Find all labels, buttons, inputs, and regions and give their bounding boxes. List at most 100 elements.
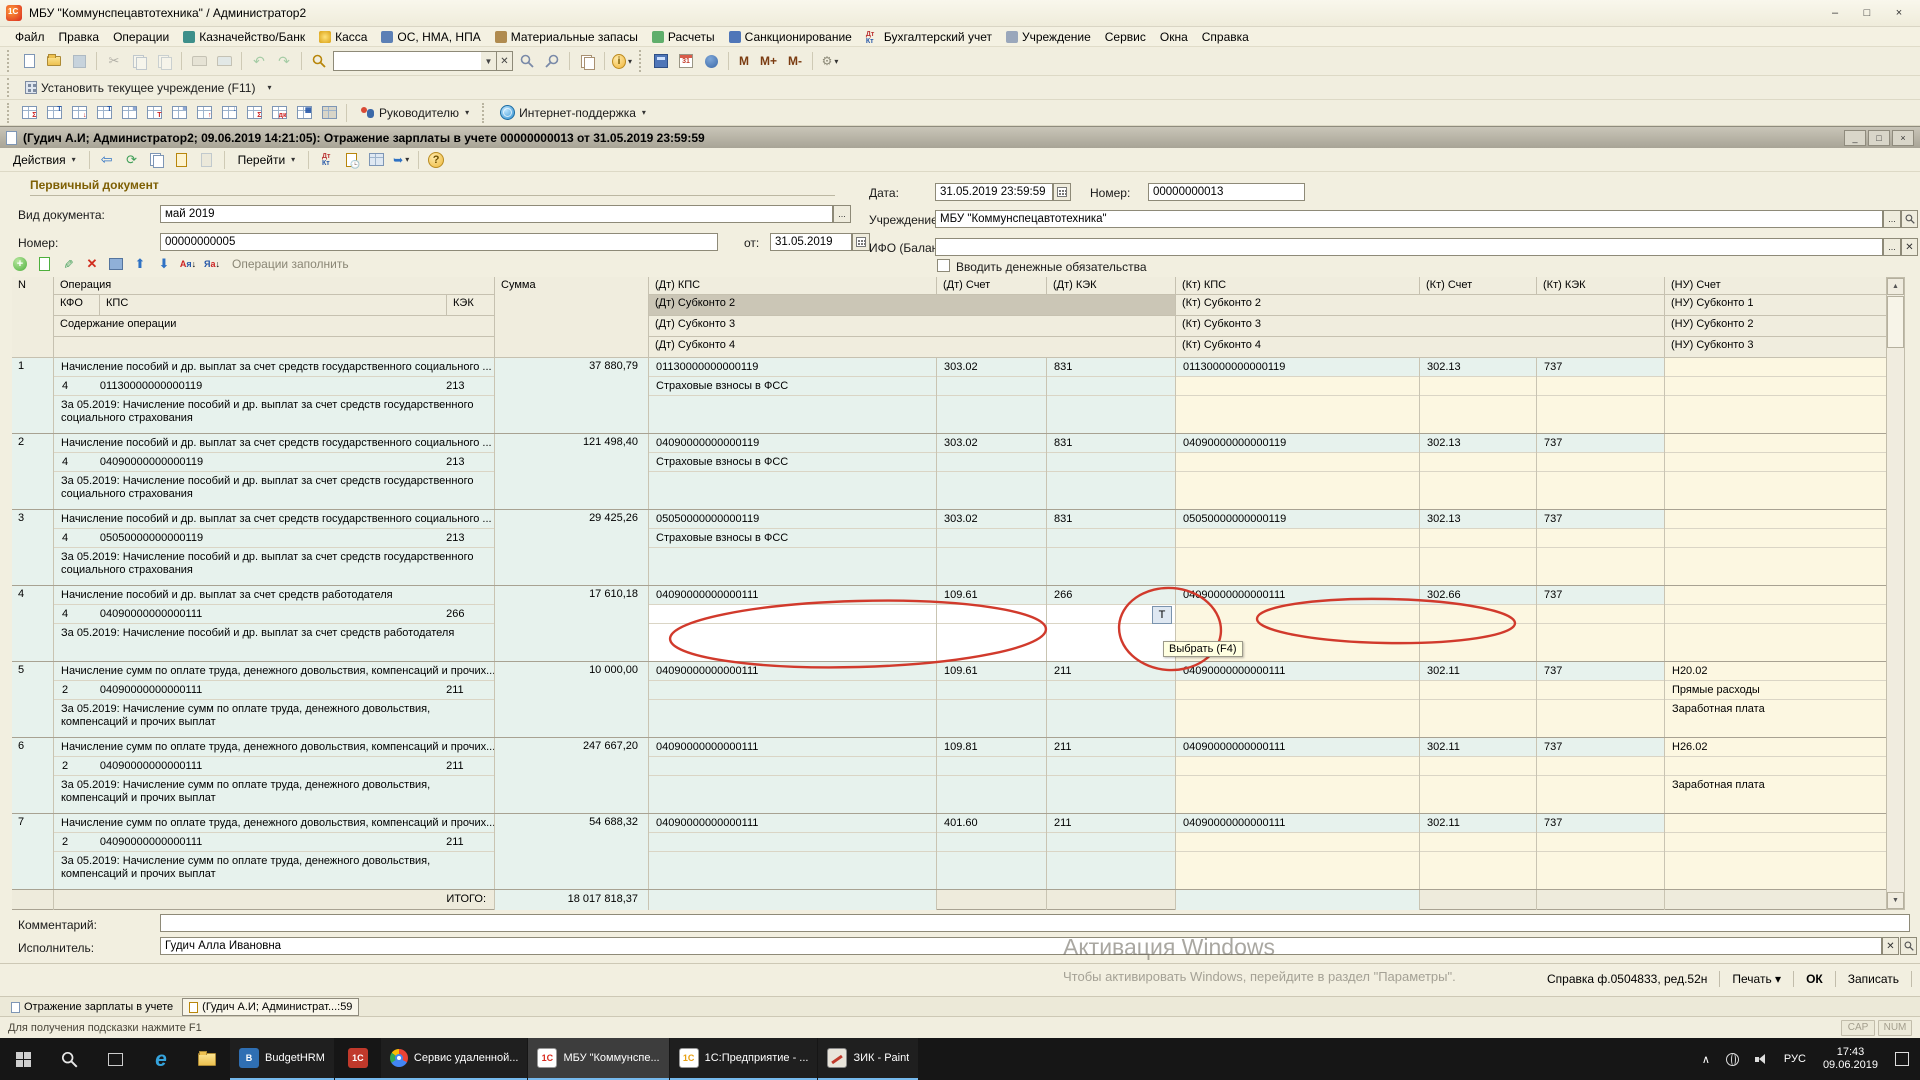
header-nu-sub1[interactable]: (НУ) Субконто 1 (1665, 295, 1886, 316)
cell-nu-account[interactable] (1665, 434, 1886, 509)
sort-desc-button[interactable]: Яа↓ (202, 254, 222, 274)
doc-minimize-button[interactable]: _ (1844, 130, 1866, 146)
cell-dt-kek[interactable]: 211 (1047, 814, 1176, 889)
header-sum[interactable]: Сумма (495, 277, 649, 358)
header-dt-kek[interactable]: (Дт) КЭК (1047, 277, 1176, 295)
header-dt-sub3[interactable]: (Дт) Субконто 3 (649, 316, 1176, 337)
table-row[interactable]: 2 Начисление пособий и др. выплат за сче… (12, 434, 1886, 510)
tray-expand-icon[interactable]: ∧ (1695, 1038, 1717, 1080)
goto-button[interactable]: Перейти▾ (231, 150, 303, 170)
cell-nu-account[interactable]: Н26.02 Заработная плата (1665, 738, 1886, 813)
cell-kt-kps[interactable]: 04090000000000119 (1176, 434, 1420, 509)
cell-operation[interactable]: Начисление пособий и др. выплат за счет … (54, 358, 495, 433)
table-scrollbar[interactable]: ▲ ▼ (1886, 277, 1905, 910)
menu-file[interactable]: Файл (8, 28, 52, 46)
export-button[interactable]: ➥▾ (390, 149, 412, 171)
cell-kt-account[interactable]: 302.13 (1420, 358, 1537, 433)
header-kfo[interactable]: КФО (54, 295, 100, 316)
cell-sum[interactable]: 37 880,79 (495, 358, 649, 433)
cell-kt-kps[interactable]: 01130000000000119 (1176, 358, 1420, 433)
cell-dt-kps[interactable]: 05050000000000119 Страховые взносы в ФСС (649, 510, 937, 585)
cell-dt-kps[interactable]: 04090000000000111 (649, 738, 937, 813)
save-button[interactable] (68, 50, 90, 72)
scroll-thumb[interactable] (1887, 296, 1904, 348)
cell-row-number[interactable]: 4 (12, 586, 54, 661)
header-dt-acc[interactable]: (Дт) Счет (937, 277, 1047, 295)
cut-button[interactable]: ✂ (103, 50, 125, 72)
file-explorer-icon[interactable] (184, 1038, 230, 1080)
copy-pages-button[interactable] (576, 50, 598, 72)
manager-menu-button[interactable]: Руководителю ▾ (353, 103, 476, 123)
institution-input[interactable] (935, 210, 1883, 228)
cell-operation[interactable]: Начисление пособий и др. выплат за счет … (54, 434, 495, 509)
search-clear-icon[interactable]: ✕ (497, 51, 513, 71)
report-icon-3[interactable]: ↓ (68, 102, 90, 124)
save-doc-button[interactable]: Записать (1841, 970, 1906, 988)
add-row-button[interactable]: + (10, 254, 30, 274)
monetary-obligations-checkbox[interactable] (937, 259, 950, 272)
doc-close-button[interactable]: × (1892, 130, 1914, 146)
menu-accounting[interactable]: ДтКтБухгалтерский учет (859, 28, 999, 46)
menu-operations[interactable]: Операции (106, 28, 176, 46)
menu-edit[interactable]: Правка (52, 28, 107, 46)
header-nu-sub3[interactable]: (НУ) Субконто 3 (1665, 337, 1886, 358)
cell-nu-account[interactable] (1665, 814, 1886, 889)
table-row[interactable]: 3 Начисление пособий и др. выплат за сче… (12, 510, 1886, 586)
doc-list-button[interactable] (365, 149, 387, 171)
cell-kt-kps[interactable]: 05050000000000119 (1176, 510, 1420, 585)
new-doc-button[interactable] (18, 50, 40, 72)
cell-row-number[interactable]: 6 (12, 738, 54, 813)
cell-kt-kps[interactable]: 04090000000000111 (1176, 814, 1420, 889)
toolbar-overflow-icon[interactable]: ▾ (267, 83, 271, 92)
cell-nu-account[interactable]: Н20.02 Прямые расходы Заработная плата (1665, 662, 1886, 737)
copy-button[interactable] (128, 50, 150, 72)
cell-kt-account[interactable]: 302.13 (1420, 510, 1537, 585)
table-row[interactable]: 5 Начисление сумм по оплате труда, денеж… (12, 662, 1886, 738)
copy-row-button[interactable] (34, 254, 54, 274)
cell-sum[interactable]: 121 498,40 (495, 434, 649, 509)
menu-institution[interactable]: Учреждение (999, 28, 1098, 46)
end-edit-button[interactable] (106, 254, 126, 274)
cell-dt-kps[interactable]: 01130000000000119 Страховые взносы в ФСС (649, 358, 937, 433)
cell-dt-kps[interactable]: 04090000000000111 (649, 814, 937, 889)
executor-search-icon[interactable] (1900, 937, 1917, 955)
cell-sum[interactable]: 10 000,00 (495, 662, 649, 737)
cell-dt-account[interactable]: 109.81 (937, 738, 1047, 813)
cell-kt-account[interactable]: 302.11 (1420, 814, 1537, 889)
header-kps[interactable]: КПС (100, 295, 447, 316)
taskbar-app-1c-launcher[interactable]: 1С (335, 1038, 381, 1080)
cell-kt-kek[interactable]: 737 (1537, 738, 1665, 813)
choose-type-button[interactable]: Т (1152, 606, 1172, 624)
header-kek[interactable]: КЭК (447, 295, 495, 316)
maximize-button[interactable]: □ (1852, 3, 1882, 23)
menu-settlements[interactable]: Расчеты (645, 28, 722, 46)
undo-button[interactable]: ↶ (248, 50, 270, 72)
menu-help[interactable]: Справка (1195, 28, 1256, 46)
taskbar-app-remote-service[interactable]: Сервис удаленной... (381, 1038, 528, 1080)
table-row[interactable]: 6 Начисление сумм по оплате труда, денеж… (12, 738, 1886, 814)
cell-operation[interactable]: Начисление сумм по оплате труда, денежно… (54, 814, 495, 889)
report-icon-5[interactable]: ≡ (118, 102, 140, 124)
table-row[interactable]: 7 Начисление сумм по оплате труда, денеж… (12, 814, 1886, 890)
cell-kt-kek[interactable]: 737 (1537, 814, 1665, 889)
task-view-button[interactable] (92, 1038, 138, 1080)
cell-nu-account[interactable] (1665, 510, 1886, 585)
refresh-button[interactable]: ⟳ (121, 149, 143, 171)
document-titlebar[interactable]: (Гудич А.И; Администратор2; 09.06.2019 1… (0, 126, 1920, 148)
date-calendar-icon[interactable] (1053, 183, 1071, 201)
cell-nu-account[interactable] (1665, 358, 1886, 433)
internet-support-button[interactable]: Интернет-поддержка ▾ (493, 102, 653, 123)
post-close-button[interactable]: ⇦ (96, 149, 118, 171)
certificate-button[interactable]: Справка ф.0504833, ред.52н (1540, 970, 1714, 988)
cell-row-number[interactable]: 1 (12, 358, 54, 433)
cell-kt-kek[interactable]: 737 (1537, 434, 1665, 509)
edge-icon[interactable]: e (138, 1038, 184, 1080)
sort-asc-button[interactable]: Ая↓ (178, 254, 198, 274)
redo-button[interactable]: ↷ (273, 50, 295, 72)
cell-sum[interactable]: 54 688,32 (495, 814, 649, 889)
cell-kt-account[interactable]: 302.13 (1420, 434, 1537, 509)
tools-button[interactable]: ⚙▾ (819, 50, 841, 72)
set-current-institution-button[interactable]: Установить текущее учреждение (F11) (18, 78, 262, 98)
taskbar-app-paint[interactable]: ЗИК - Paint (818, 1038, 918, 1080)
post-doc-button[interactable] (171, 149, 193, 171)
